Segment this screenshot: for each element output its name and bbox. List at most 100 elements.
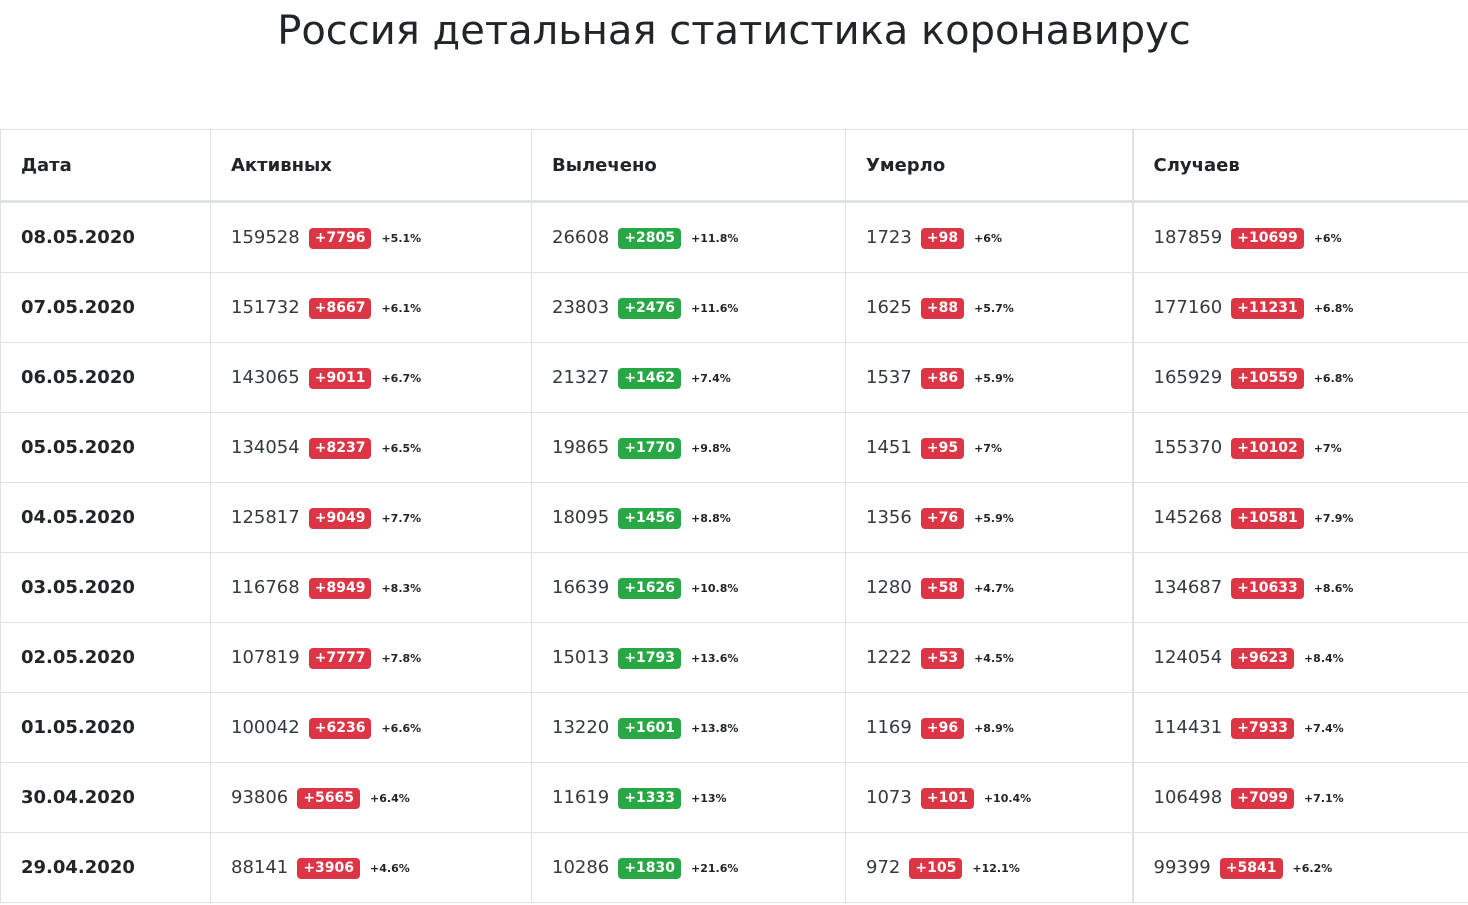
cases-percent: +6% (1313, 232, 1342, 245)
active-delta-badge: +5665 (297, 788, 361, 809)
cases-value: 155370 (1153, 437, 1223, 458)
active-delta-badge: +9011 (308, 368, 372, 389)
recovered-delta-badge: +1333 (618, 788, 682, 809)
recovered-value: 13220 (552, 717, 610, 738)
cell-date: 07.05.2020 (0, 272, 211, 343)
active-delta-badge: +7777 (308, 648, 372, 669)
cell-recovered: 13220 +1601 +13.8% (531, 692, 846, 763)
cases-value: 99399 (1153, 857, 1211, 878)
cell-recovered: 21327 +1462 +7.4% (531, 342, 846, 413)
table-row: 03.05.2020 116768 +8949 +8.3% 16639 +1626 +1… (0, 552, 1468, 623)
cell-cases: 99399 +5841 +6.2% (1131, 832, 1468, 903)
cases-percent: +7.9% (1313, 512, 1354, 525)
deaths-percent: +7% (974, 442, 1002, 455)
header-cases[interactable]: Случаев (1131, 129, 1468, 203)
recovered-value: 15013 (552, 647, 610, 668)
recovered-value: 19865 (552, 437, 610, 458)
header-recovered[interactable]: Вылечено (531, 129, 846, 203)
deaths-delta-badge: +88 (920, 298, 965, 319)
deaths-value: 1169 (866, 717, 912, 738)
recovered-delta-badge: +1793 (618, 648, 682, 669)
cell-recovered: 23803 +2476 +11.6% (531, 272, 846, 343)
recovered-delta-badge: +1456 (618, 508, 682, 529)
recovered-value: 16639 (552, 577, 610, 598)
header-active[interactable]: Активных (210, 129, 532, 203)
recovered-percent: +11.6% (691, 302, 739, 315)
active-value: 151732 (231, 297, 300, 318)
cases-value: 177160 (1153, 297, 1223, 318)
recovered-value: 11619 (552, 787, 610, 808)
recovered-delta-badge: +1830 (618, 858, 682, 879)
cell-date: 02.05.2020 (0, 622, 211, 693)
recovered-percent: +13.8% (691, 722, 739, 735)
deaths-percent: +12.1% (972, 862, 1020, 875)
active-delta-badge: +9049 (308, 508, 372, 529)
header-deaths[interactable]: Умерло (845, 129, 1133, 203)
active-delta-badge: +8949 (308, 578, 372, 599)
cell-deaths: 1222 +53 +4.5% (845, 622, 1133, 693)
deaths-percent: +8.9% (974, 722, 1014, 735)
recovered-percent: +13.6% (691, 652, 739, 665)
recovered-delta-badge: +2476 (618, 298, 682, 319)
recovered-percent: +13% (691, 792, 727, 805)
active-delta-badge: +3906 (297, 858, 361, 879)
cell-cases: 155370 +10102 +7% (1131, 412, 1468, 483)
active-percent: +6.6% (381, 722, 422, 735)
cell-cases: 114431 +7933 +7.4% (1131, 692, 1468, 763)
cell-recovered: 11619 +1333 +13% (531, 762, 846, 833)
cell-deaths: 1169 +96 +8.9% (845, 692, 1133, 763)
header-date[interactable]: Дата (0, 129, 211, 203)
deaths-delta-badge: +76 (920, 508, 965, 529)
cell-recovered: 15013 +1793 +13.6% (531, 622, 846, 693)
cases-value: 106498 (1153, 787, 1223, 808)
recovered-delta-badge: +1626 (618, 578, 682, 599)
cases-delta-badge: +10581 (1231, 508, 1304, 529)
cases-value: 187859 (1153, 227, 1223, 248)
cell-active: 143065 +9011 +6.7% (210, 342, 532, 413)
cell-cases: 165929 +10559 +6.8% (1131, 342, 1468, 413)
cases-delta-badge: +7933 (1231, 718, 1294, 739)
deaths-percent: +4.5% (974, 652, 1014, 665)
table-row: 05.05.2020 134054 +8237 +6.5% 19865 +1770 +9… (0, 412, 1468, 483)
recovered-delta-badge: +2805 (618, 228, 682, 249)
cell-deaths: 1073 +101 +10.4% (845, 762, 1133, 833)
cell-deaths: 1537 +86 +5.9% (845, 342, 1133, 413)
deaths-delta-badge: +58 (920, 578, 965, 599)
cell-date: 29.04.2020 (0, 832, 211, 903)
cell-active: 100042 +6236 +6.6% (210, 692, 532, 763)
recovered-delta-badge: +1770 (618, 438, 682, 459)
cell-active: 159528 +7796 +5.1% (210, 201, 532, 273)
cell-date: 30.04.2020 (0, 762, 211, 833)
deaths-delta-badge: +53 (920, 648, 965, 669)
cell-deaths: 1625 +88 +5.7% (845, 272, 1133, 343)
cell-date: 04.05.2020 (0, 482, 211, 553)
active-percent: +6.4% (370, 792, 410, 805)
deaths-value: 1356 (866, 507, 912, 528)
cases-percent: +8.4% (1303, 652, 1344, 665)
cell-recovered: 10286 +1830 +21.6% (531, 832, 846, 903)
cell-recovered: 26608 +2805 +11.8% (531, 201, 846, 273)
cases-percent: +6.8% (1313, 372, 1354, 385)
cell-date: 06.05.2020 (0, 342, 211, 413)
cell-active: 116768 +8949 +8.3% (210, 552, 532, 623)
recovered-value: 23803 (552, 297, 610, 318)
cell-active: 151732 +8667 +6.1% (210, 272, 532, 343)
table-row: 04.05.2020 125817 +9049 +7.7% 18095 +1456 +8… (0, 482, 1468, 553)
recovered-delta-badge: +1462 (618, 368, 682, 389)
recovered-value: 26608 (552, 227, 610, 248)
recovered-percent: +11.8% (691, 232, 739, 245)
deaths-percent: +4.7% (974, 582, 1014, 595)
active-delta-badge: +8667 (308, 298, 372, 319)
table-row: 30.04.2020 93806 +5665 +6.4% 11619 +1333 +13… (0, 762, 1468, 833)
cell-date: 05.05.2020 (0, 412, 211, 483)
cell-date: 03.05.2020 (0, 552, 211, 623)
active-delta-badge: +7796 (308, 228, 372, 249)
cases-delta-badge: +11231 (1231, 298, 1304, 319)
active-percent: +8.3% (381, 582, 422, 595)
table-row: 02.05.2020 107819 +7777 +7.8% 15013 +1793 +1… (0, 622, 1468, 693)
active-value: 125817 (231, 507, 300, 528)
deaths-percent: +5.9% (974, 372, 1014, 385)
active-value: 88141 (231, 857, 289, 878)
cases-delta-badge: +10633 (1231, 578, 1304, 599)
deaths-delta-badge: +101 (920, 788, 974, 809)
